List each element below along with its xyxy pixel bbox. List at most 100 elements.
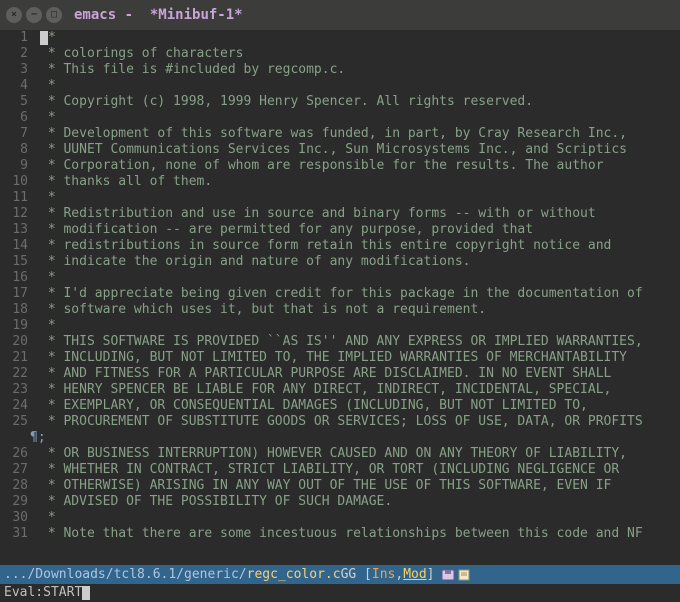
code-text: * Note that there are some incestuous re… — [40, 526, 643, 542]
code-line[interactable]: 4 * — [0, 78, 680, 94]
mode-line-path: .../Downloads/tcl8.6.1/generic/ — [4, 567, 247, 583]
code-line[interactable]: 1* — [0, 30, 680, 46]
mode-line-doc-icon — [457, 569, 471, 581]
code-text: * OR BUSINESS INTERRUPTION) HOWEVER CAUS… — [40, 446, 627, 462]
code-line[interactable]: 11 * — [0, 190, 680, 206]
code-line[interactable]: 19 * — [0, 318, 680, 334]
code-line[interactable]: 20 * THIS SOFTWARE IS PROVIDED ``AS IS''… — [0, 334, 680, 350]
code-line[interactable]: 15 * indicate the origin and nature of a… — [0, 254, 680, 270]
maximize-window-icon[interactable]: □ — [46, 7, 62, 23]
minimize-window-icon[interactable]: − — [26, 7, 42, 23]
code-text: * Redistribution and use in source and b… — [40, 206, 596, 222]
code-text: * thanks all of them. — [40, 174, 212, 190]
code-text: * colorings of characters — [40, 46, 244, 62]
code-text: * THIS SOFTWARE IS PROVIDED ``AS IS'' AN… — [40, 334, 643, 350]
continuation-marker-icon: ¶; — [0, 430, 46, 446]
code-text: * — [40, 30, 56, 46]
line-number: 1 — [0, 30, 40, 46]
code-text: * EXEMPLARY, OR CONSEQUENTIAL DAMAGES (I… — [40, 398, 588, 414]
line-number: 10 — [0, 174, 40, 190]
code-line[interactable]: 8 * UUNET Communications Services Inc., … — [0, 142, 680, 158]
code-text: * — [40, 110, 56, 126]
mode-line: .../Downloads/tcl8.6.1/generic/ regc_col… — [0, 565, 680, 584]
code-line[interactable]: 2 * colorings of characters — [0, 46, 680, 62]
code-line[interactable]: 5 * Copyright (c) 1998, 1999 Henry Spenc… — [0, 94, 680, 110]
code-line[interactable]: 18 * software which uses it, but that is… — [0, 302, 680, 318]
editor-cursor — [40, 31, 48, 45]
code-text: * — [40, 78, 56, 94]
mode-line-comma: , — [395, 567, 403, 583]
code-line[interactable]: 12 * Redistribution and use in source an… — [0, 206, 680, 222]
mode-line-disk-icon — [441, 569, 455, 581]
code-text: * modification -- are permitted for any … — [40, 222, 533, 238]
code-line[interactable]: 28 * OTHERWISE) ARISING IN ANY WAY OUT O… — [0, 478, 680, 494]
code-text: * AND FITNESS FOR A PARTICULAR PURPOSE A… — [40, 366, 611, 382]
code-line[interactable]: 9 * Corporation, none of whom are respon… — [0, 158, 680, 174]
code-line[interactable]: 7 * Development of this software was fun… — [0, 126, 680, 142]
line-number: 24 — [0, 398, 40, 414]
line-number: 20 — [0, 334, 40, 350]
code-text: * Development of this software was funde… — [40, 126, 627, 142]
continuation-marker-line: ¶; — [0, 430, 680, 446]
code-text: * ADVISED OF THE POSSIBILITY OF SUCH DAM… — [40, 494, 392, 510]
line-number: 30 — [0, 510, 40, 526]
code-line[interactable]: 22 * AND FITNESS FOR A PARTICULAR PURPOS… — [0, 366, 680, 382]
mode-line-mod: Mod — [403, 567, 426, 583]
close-window-icon[interactable]: × — [6, 7, 22, 23]
code-text: * Corporation, none of whom are responsi… — [40, 158, 604, 174]
line-number: 8 — [0, 142, 40, 158]
line-number: 22 — [0, 366, 40, 382]
code-line[interactable]: 25 * PROCUREMENT OF SUBSTITUTE GOODS OR … — [0, 414, 680, 430]
minibuffer-input[interactable]: START — [43, 585, 82, 601]
line-number: 11 — [0, 190, 40, 206]
editor-buffer[interactable]: 1*2 * colorings of characters3 * This fi… — [0, 30, 680, 565]
mode-line-icons — [441, 569, 471, 581]
code-line[interactable]: 24 * EXEMPLARY, OR CONSEQUENTIAL DAMAGES… — [0, 398, 680, 414]
code-text: * — [40, 270, 56, 286]
line-number: 21 — [0, 350, 40, 366]
code-line[interactable]: 23 * HENRY SPENCER BE LIABLE FOR ANY DIR… — [0, 382, 680, 398]
code-line[interactable]: 14 * redistributions in source form reta… — [0, 238, 680, 254]
code-line[interactable]: 27 * WHETHER IN CONTRACT, STRICT LIABILI… — [0, 462, 680, 478]
line-number: 18 — [0, 302, 40, 318]
mode-line-filename: regc_color.c — [247, 567, 341, 583]
code-line[interactable]: 3 * This file is #included by regcomp.c. — [0, 62, 680, 78]
line-number: 6 — [0, 110, 40, 126]
code-text: * Copyright (c) 1998, 1999 Henry Spencer… — [40, 94, 533, 110]
code-text: * PROCUREMENT OF SUBSTITUTE GOODS OR SER… — [40, 414, 643, 430]
line-number: 26 — [0, 446, 40, 462]
code-text: * — [40, 510, 56, 526]
line-number: 17 — [0, 286, 40, 302]
line-number: 14 — [0, 238, 40, 254]
code-line[interactable]: 26 * OR BUSINESS INTERRUPTION) HOWEVER C… — [0, 446, 680, 462]
code-line[interactable]: 10 * thanks all of them. — [0, 174, 680, 190]
line-number: 5 — [0, 94, 40, 110]
code-text: * indicate the origin and nature of any … — [40, 254, 470, 270]
code-line[interactable]: 16 * — [0, 270, 680, 286]
minibuffer[interactable]: Eval: START — [0, 584, 680, 602]
line-number: 27 — [0, 462, 40, 478]
code-line[interactable]: 30 * — [0, 510, 680, 526]
code-text: * This file is #included by regcomp.c. — [40, 62, 345, 78]
line-number: 12 — [0, 206, 40, 222]
line-number: 9 — [0, 158, 40, 174]
app-name: emacs — [74, 7, 116, 23]
code-line[interactable]: 21 * INCLUDING, BUT NOT LIMITED TO, THE … — [0, 350, 680, 366]
code-text: * software which uses it, but that is no… — [40, 302, 486, 318]
line-number: 4 — [0, 78, 40, 94]
line-number: 13 — [0, 222, 40, 238]
mode-line-close: ] — [427, 567, 435, 583]
buffer-name: *Minibuf-1* — [150, 7, 243, 23]
code-text: * INCLUDING, BUT NOT LIMITED TO, THE IMP… — [40, 350, 627, 366]
code-line[interactable]: 31 * Note that there are some incestuous… — [0, 526, 680, 542]
line-number: 19 — [0, 318, 40, 334]
line-number: 28 — [0, 478, 40, 494]
code-line[interactable]: 13 * modification -- are permitted for a… — [0, 222, 680, 238]
line-number: 2 — [0, 46, 40, 62]
code-line[interactable]: 17 * I'd appreciate being given credit f… — [0, 286, 680, 302]
minibuffer-prompt: Eval: — [4, 585, 43, 601]
line-number: 23 — [0, 382, 40, 398]
title-bar: × − □ emacs - *Minibuf-1* — [0, 0, 680, 30]
code-line[interactable]: 29 * ADVISED OF THE POSSIBILITY OF SUCH … — [0, 494, 680, 510]
code-line[interactable]: 6 * — [0, 110, 680, 126]
